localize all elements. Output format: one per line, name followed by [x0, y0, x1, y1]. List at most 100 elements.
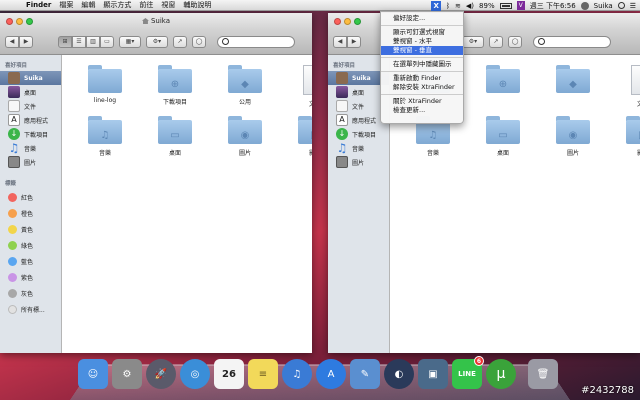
menu-item-check-updates[interactable]: 檢查更新... [381, 106, 463, 115]
search-field[interactable] [533, 35, 611, 48]
line-icon[interactable]: LINE 6 [452, 356, 484, 389]
sidebar-item-home[interactable]: Suika [0, 71, 61, 85]
back-button[interactable]: ◀ [333, 35, 347, 48]
mavericks-icon[interactable]: ◐ [384, 359, 414, 389]
icon-view-button[interactable]: ⊞ [58, 35, 72, 48]
menu-item-dual-horizontal[interactable]: 雙視窗 - 水平 [381, 37, 463, 46]
sidebar-tag-gray[interactable]: 灰色 [0, 285, 61, 301]
zoom-button[interactable] [354, 17, 361, 25]
tags-button[interactable]: ◯ [192, 35, 206, 48]
calendar-icon[interactable]: 26 [214, 359, 244, 389]
menu-go[interactable]: 前往 [135, 0, 157, 10]
xtrafinder-icon[interactable]: X [431, 0, 441, 11]
sidebar-item-pictures[interactable]: 圖片 [0, 155, 61, 169]
menu-item-preferences[interactable]: 偏好設定... [381, 14, 463, 23]
menu-view[interactable]: 顯示方式 [99, 0, 135, 10]
file-item[interactable]: ◆ 公用 [210, 65, 280, 108]
user-name[interactable]: Suika [594, 2, 613, 10]
file-item[interactable]: ⊕ [468, 65, 538, 108]
sidebar-item-applications[interactable]: A 應用程式 [0, 113, 61, 127]
sidebar-item-music[interactable]: ♫ 音樂 [0, 141, 61, 155]
stickies-icon[interactable]: ≡ [248, 359, 278, 389]
sidebar-tag-yellow[interactable]: 黃色 [0, 221, 61, 237]
clock[interactable]: 週三 下午6:56 [530, 1, 576, 11]
sidebar-item-downloads[interactable]: ↓ 下載項目 [0, 127, 61, 141]
app-store-icon[interactable]: A [316, 359, 346, 389]
menu-window[interactable]: 視窗 [157, 0, 179, 10]
menu-file[interactable]: 檔案 [55, 0, 77, 10]
back-button[interactable]: ◀ [5, 35, 19, 48]
menu-item-dual-vertical[interactable]: 雙視窗 - 垂直 [381, 46, 463, 55]
preview-icon[interactable]: ✎ [350, 359, 380, 389]
file-item[interactable]: 文件 [608, 65, 640, 108]
file-area[interactable]: line-log ⊕ 下載項目 ◆ 公用 文件 ♫ 音樂 ▭ 桌面 [62, 55, 312, 353]
menu-item-uninstall[interactable]: 解除安裝 XtraFinder [381, 83, 463, 92]
sidebar-tag-all[interactable]: 所有標... [0, 301, 61, 317]
share-button[interactable]: ↗ [489, 35, 503, 48]
tags-button[interactable]: ◯ [508, 35, 522, 48]
sidebar-item-desktop[interactable]: 桌面 [0, 85, 61, 99]
sidebar-tag-orange[interactable]: 橙色 [0, 205, 61, 221]
file-item[interactable]: ♫ 音樂 [70, 116, 140, 157]
photo-booth-icon[interactable]: ▣ [418, 359, 448, 389]
forward-button[interactable]: ▶ [347, 35, 361, 48]
file-item[interactable]: ▣ 影片 [280, 116, 312, 157]
file-item[interactable]: ◆ [538, 65, 608, 108]
file-item[interactable]: ▭ 桌面 [140, 116, 210, 157]
volume-icon[interactable]: ◀) [466, 2, 474, 10]
battery-icon[interactable] [499, 2, 512, 9]
minimize-button[interactable] [16, 17, 23, 25]
input-method-icon[interactable]: V [516, 1, 525, 10]
menu-edit[interactable]: 編輯 [77, 0, 99, 10]
launchpad-icon[interactable]: 🚀 [146, 359, 176, 389]
list-view-button[interactable]: ☰ [72, 35, 86, 48]
file-item[interactable]: line-log [70, 65, 140, 108]
title-bar[interactable] [328, 13, 640, 29]
menu-item-pinnable-window[interactable]: 顯示可釘選式視窗 [381, 28, 463, 37]
file-item[interactable]: ⊕ 下載項目 [140, 65, 210, 108]
menu-item-hide-icon[interactable]: 在選單列中隱藏圖示 [381, 60, 463, 69]
utorrent-icon[interactable]: µ [486, 359, 516, 389]
wifi-icon[interactable]: ≋ [455, 2, 461, 10]
coverflow-view-button[interactable]: ▭ [100, 35, 114, 48]
action-button[interactable]: ⚙▾ [462, 35, 484, 48]
file-item[interactable]: ◉ 圖片 [538, 116, 608, 157]
close-button[interactable] [6, 17, 13, 25]
menu-finder[interactable]: Finder [22, 1, 55, 9]
battery-percent[interactable]: 89% [479, 2, 495, 10]
sidebar-item-pictures[interactable]: 圖片 [328, 155, 389, 169]
menu-item-about[interactable]: 關於 XtraFinder [381, 97, 463, 106]
file-item[interactable]: ◉ 圖片 [210, 116, 280, 157]
action-button[interactable]: ⚙▾ [146, 35, 168, 48]
trash-icon[interactable]: 🗑 [528, 359, 558, 389]
menu-item-relaunch-finder[interactable]: 重新啟動 Finder [381, 74, 463, 83]
file-item[interactable]: ▣ 影片 [608, 116, 640, 157]
safari-icon[interactable]: ◎ [180, 359, 210, 389]
sidebar-tag-blue[interactable]: 藍色 [0, 253, 61, 269]
title-bar[interactable]: Suika [0, 13, 312, 29]
minimize-button[interactable] [344, 17, 351, 25]
sidebar-tag-green[interactable]: 綠色 [0, 237, 61, 253]
file-item[interactable]: 文件 [280, 65, 312, 108]
system-preferences-icon[interactable]: ⚙ [112, 359, 142, 389]
search-field[interactable] [217, 35, 295, 48]
close-button[interactable] [334, 17, 341, 25]
arrange-button[interactable]: ▦▾ [119, 35, 141, 48]
bluetooth-icon[interactable]: ᛒ [446, 2, 450, 10]
sidebar-item-downloads[interactable]: ↓ 下載項目 [328, 127, 389, 141]
sidebar-item-documents[interactable]: 文件 [0, 99, 61, 113]
sidebar-item-music[interactable]: ♫ 音樂 [328, 141, 389, 155]
file-item[interactable]: ▭ 桌面 [468, 116, 538, 157]
zoom-button[interactable] [26, 17, 33, 25]
pictures-folder-icon: ◉ [228, 116, 262, 144]
itunes-icon[interactable]: ♫ [282, 359, 312, 389]
notification-center-icon[interactable]: ☰ [630, 2, 636, 10]
sidebar-tag-purple[interactable]: 紫色 [0, 269, 61, 285]
share-button[interactable]: ↗ [173, 35, 187, 48]
forward-button[interactable]: ▶ [19, 35, 33, 48]
sidebar-tag-red[interactable]: 紅色 [0, 189, 61, 205]
column-view-button[interactable]: ▥ [86, 35, 100, 48]
menu-help[interactable]: 輔助說明 [179, 0, 215, 10]
spotlight-icon[interactable] [617, 2, 625, 9]
finder-icon[interactable]: ☺ [78, 359, 108, 389]
